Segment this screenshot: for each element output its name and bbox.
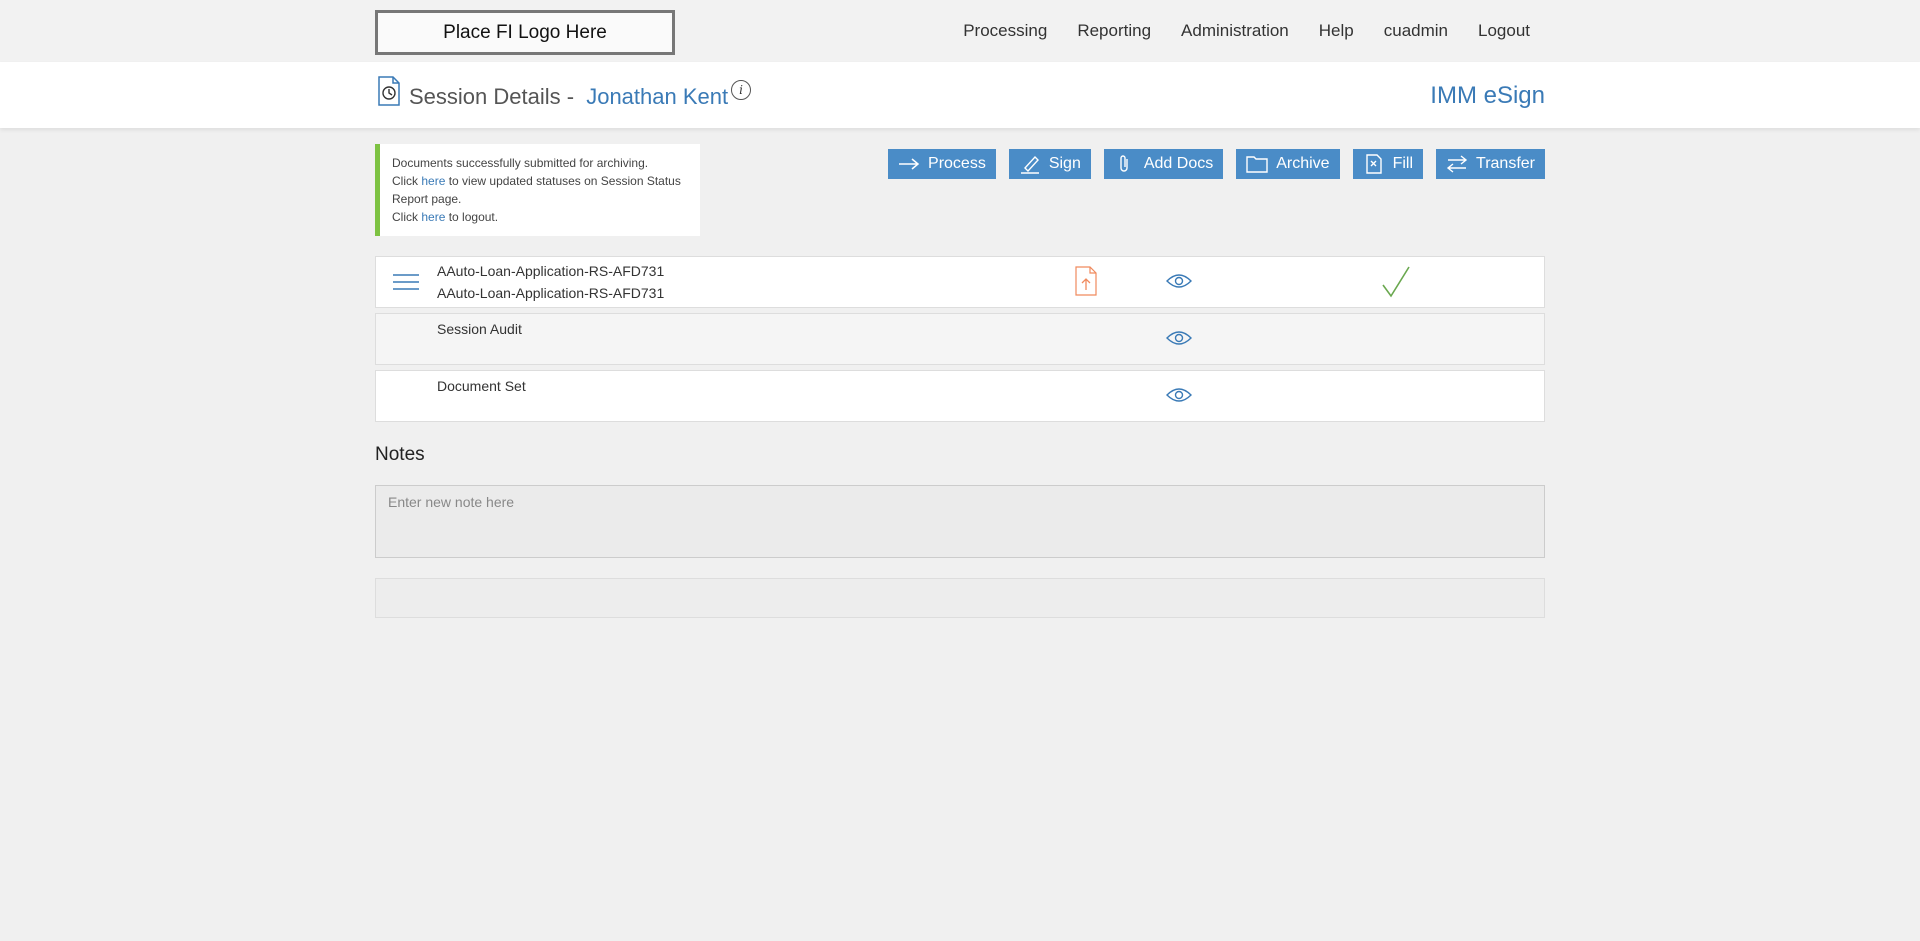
arrow-right-icon [899, 158, 920, 170]
pen-icon [1020, 155, 1039, 174]
session-history-icon [378, 76, 400, 106]
document-name: AAuto-Loan-Application-RS-AFD731 [437, 263, 665, 279]
notes-heading: Notes [375, 444, 425, 465]
fi-logo-placeholder[interactable]: Place FI Logo Here [375, 10, 675, 55]
nav-processing[interactable]: Processing [963, 21, 1047, 41]
alert-text: Click [392, 210, 422, 224]
alert-text: Click [392, 174, 422, 188]
view-eye-icon[interactable] [1166, 386, 1192, 404]
sign-button-label: Sign [1048, 155, 1081, 172]
document-subname: AAuto-Loan-Application-RS-AFD731 [437, 285, 665, 301]
page-title-prefix: Session Details - [409, 84, 575, 109]
folder-icon [1246, 156, 1268, 173]
add-docs-button[interactable]: Add Docs [1103, 149, 1224, 179]
action-toolbar: Process Sign Add Docs Archive Fill Trans… [888, 149, 1545, 179]
session-user-name[interactable]: Jonathan Kent [586, 84, 728, 109]
document-name: Session Audit [437, 321, 522, 337]
document-name: Document Set [437, 378, 526, 394]
sign-button[interactable]: Sign [1008, 149, 1091, 179]
logout-link[interactable]: here [421, 210, 445, 224]
page-title: Session Details - Jonathan Kent [409, 84, 728, 110]
transfer-button[interactable]: Transfer [1436, 149, 1545, 179]
info-icon[interactable]: i [731, 80, 751, 100]
view-eye-icon[interactable] [1166, 329, 1192, 347]
new-note-input[interactable] [375, 485, 1545, 558]
fill-button-label: Fill [1392, 155, 1414, 172]
status-report-link[interactable]: here [421, 174, 445, 188]
archive-button[interactable]: Archive [1236, 149, 1340, 179]
document-row: Session Audit [375, 313, 1545, 365]
process-button[interactable]: Process [888, 149, 996, 179]
add-docs-button-label: Add Docs [1143, 155, 1214, 172]
nav-reporting[interactable]: Reporting [1077, 21, 1151, 41]
view-eye-icon[interactable] [1166, 272, 1192, 290]
title-bar: Session Details - Jonathan Kent i IMM eS… [0, 62, 1920, 128]
nav-user[interactable]: cuadmin [1384, 21, 1448, 41]
nav-logout[interactable]: Logout [1478, 21, 1530, 41]
main-nav: Processing Reporting Administration Help… [933, 0, 1530, 62]
archive-button-label: Archive [1276, 155, 1330, 172]
alert-text: to logout. [445, 210, 499, 224]
paperclip-icon [1120, 155, 1128, 172]
pdf-upload-icon[interactable] [1075, 266, 1097, 296]
success-alert: Documents successfully submitted for arc… [375, 144, 700, 236]
form-fill-icon [1365, 154, 1382, 174]
fill-button[interactable]: Fill [1352, 149, 1424, 179]
nav-help[interactable]: Help [1319, 21, 1354, 41]
brand-name: IMM eSign [1430, 82, 1545, 109]
notes-list [375, 578, 1545, 618]
hamburger-menu-icon[interactable] [393, 273, 419, 291]
transfer-button-label: Transfer [1476, 155, 1535, 172]
alert-line-1: Documents successfully submitted for arc… [392, 156, 649, 170]
document-row: AAuto-Loan-Application-RS-AFD731 AAuto-L… [375, 256, 1545, 308]
checkmark-icon [1382, 266, 1410, 298]
process-button-label: Process [928, 155, 986, 172]
transfer-arrows-icon [1446, 155, 1468, 173]
top-bar: Place FI Logo Here Processing Reporting … [0, 0, 1920, 62]
alert-line-2: Click here to view updated statuses on S… [392, 172, 688, 208]
alert-line-3: Click here to logout. [392, 208, 688, 226]
nav-administration[interactable]: Administration [1181, 21, 1289, 41]
document-row: Document Set [375, 370, 1545, 422]
